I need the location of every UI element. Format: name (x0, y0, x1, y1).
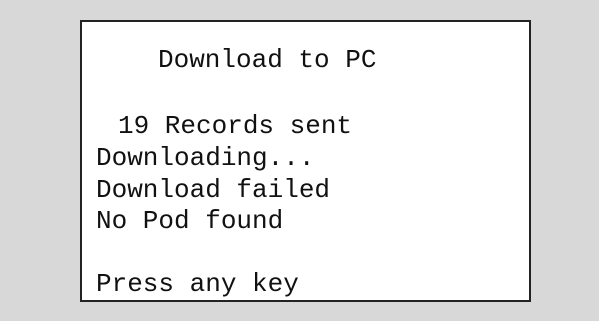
download-failed-status: Download failed (96, 175, 331, 205)
records-sent-text: 19 Records sent (118, 111, 353, 141)
no-pod-found-status: No Pod found (96, 206, 284, 236)
lcd-screen: Download to PC 19 Records sent Downloadi… (80, 20, 531, 302)
screen-title: Download to PC (158, 45, 377, 75)
downloading-status: Downloading... (96, 143, 315, 173)
device-frame: Download to PC 19 Records sent Downloadi… (0, 0, 599, 321)
press-any-key-prompt: Press any key (96, 269, 299, 299)
